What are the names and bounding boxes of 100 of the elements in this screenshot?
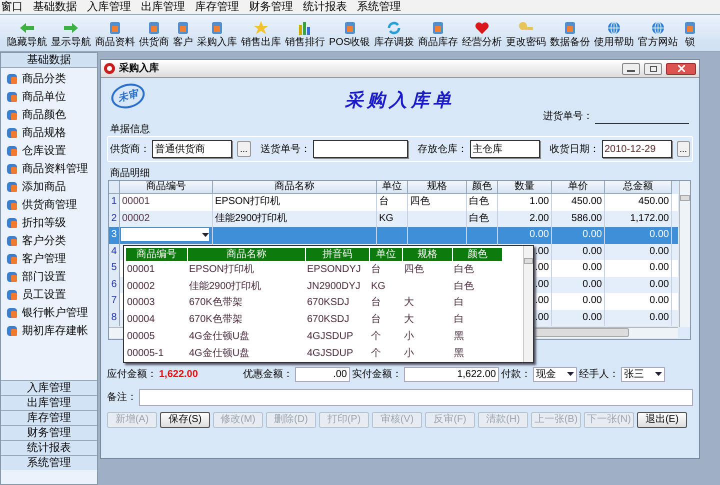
action-button[interactable]: 退出(E) [637,412,687,428]
table-cell: 台 [371,264,381,275]
sidebar-section[interactable]: 财务管理 [1,425,97,440]
table-cell: 4G金仕顿U盘 [189,348,250,359]
column-header[interactable]: 规格 [403,248,452,261]
toolbar-button[interactable]: 采购入库 [196,21,238,49]
toolbar-button[interactable]: 数据备份 [549,21,592,49]
sidebar-item[interactable]: 折扣等级 [7,215,97,231]
sidebar-item[interactable]: 商品颜色 [7,107,97,123]
sidebar-header[interactable]: 基础数据 [1,53,97,68]
input-field[interactable]: .00 [295,366,350,382]
table-cell: KG [371,280,386,292]
sidebar-item[interactable]: 商品资料管理 [7,161,97,177]
input-field[interactable]: 普通供货商 [152,140,232,158]
menu-item[interactable]: 入库管理 [87,2,131,12]
browse-button[interactable]: ... [676,141,690,157]
sidebar-section[interactable]: 系统管理 [1,455,97,470]
column-header[interactable]: 颜色 [453,248,502,261]
toolbar-button[interactable]: 经营分析 [461,21,504,49]
table-cell: 670KSDJ [307,297,350,308]
combo-box[interactable]: 张三 [621,366,665,382]
input-field[interactable]: 1,622.00 [404,366,499,382]
toolbar-button[interactable]: 显示导航 [50,21,92,49]
table-cell: 大 [404,297,414,308]
table-cell: 台 [371,297,381,308]
form-heading: 采购入库单 [345,88,455,112]
menu-item[interactable]: 库存管理 [195,2,239,12]
column-header[interactable]: 单价 [552,181,605,194]
table-cell: 670K色带架 [189,314,242,326]
table-cell: EPSON打印机 [189,264,254,275]
sidebar-item[interactable]: 银行帐户管理 [7,305,97,321]
column-header[interactable]: 数量 [498,181,552,194]
toolbar-button[interactable]: 供货商 [138,21,170,49]
menu-item[interactable]: 出库管理 [141,2,185,12]
grid-row[interactable]: 1 00001 EPSON打印机 台 四色 白色 1.00 450.00 450.00 [109,194,678,210]
sidebar-item[interactable]: 客户管理 [7,251,97,267]
toolbar-button[interactable]: 销售出库 [240,21,282,49]
toolbar-button[interactable]: 商品资料 [94,21,136,49]
sidebar-item[interactable]: 添加商品 [7,179,97,195]
action-button[interactable]: 保存(S) [160,412,210,428]
window-title: 采购入库 [119,61,159,76]
browse-button[interactable]: ... [237,141,250,157]
toolbar-button[interactable]: 使用帮助 [593,21,636,49]
column-header[interactable]: 商品编号 [120,181,213,194]
menu-item[interactable]: 统计报表 [303,2,347,12]
table-cell: 小 [404,331,414,342]
toolbar-button[interactable]: 隐藏导航 [6,21,48,49]
column-header[interactable]: 拼音码 [306,248,369,261]
sidebar-item[interactable]: 仓库设置 [7,143,97,159]
toolbar-button[interactable]: 客户 [172,21,194,49]
toolbar-button[interactable]: 商品库存 [417,21,460,49]
table-cell: 个 [371,348,381,359]
sidebar-item[interactable]: 商品分类 [7,71,97,87]
sidebar-section[interactable]: 入库管理 [1,380,97,395]
column-header[interactable]: 颜色 [467,181,498,194]
toolbar-button[interactable]: POS收银 [328,21,372,49]
table-cell: 670K色带架 [189,297,242,308]
dropdown-row[interactable]: 00005 4G金仕顿U盘 4GJSDUP 个 小 黑 [126,328,522,345]
toolbar-button[interactable]: 销售排行 [284,21,326,49]
dropdown-row[interactable]: 00005-1 4G金仕顿U盘 4GJSDUP 个 小 黑 [126,344,522,362]
column-header[interactable]: 单位 [370,248,402,261]
table-cell: 佳能2900打印机 [189,280,262,292]
sidebar-item[interactable]: 部门设置 [7,269,97,285]
column-header[interactable]: 商品编号 [126,248,187,261]
menu-item[interactable]: 系统管理 [357,2,401,12]
column-header[interactable]: 规格 [408,181,467,194]
grid-row[interactable]: 2 00002 佳能2900打印机 KG 白色 2.00 586.00 1,172.00 [109,210,678,227]
sidebar-item[interactable]: 商品单位 [7,89,97,105]
menu-item[interactable]: 窗口 [1,2,23,12]
sidebar-item[interactable]: 员工设置 [7,287,97,303]
table-cell: 4G金仕顿U盘 [189,331,250,342]
table-cell: 670KSDJ [307,314,350,326]
field-label: 付款： [501,368,531,382]
menu-item[interactable]: 财务管理 [249,2,293,12]
table-cell: 白 [454,314,464,326]
sidebar-item[interactable]: 供货商管理 [7,197,97,213]
toolbar-button[interactable]: 官方网站 [637,21,680,49]
table-cell: 台 [371,314,381,326]
toolbar-button[interactable]: 锁 [681,21,700,49]
column-header[interactable]: 商品名称 [213,181,377,194]
sidebar-item[interactable]: 商品规格 [7,125,97,141]
sidebar-section[interactable]: 出库管理 [1,395,97,410]
table-cell: 黑 [454,348,464,359]
field-label: 进货单号： [543,110,593,124]
column-header[interactable]: 单位 [377,181,408,194]
column-header[interactable]: 总金额 [605,181,672,194]
column-header[interactable]: 商品名称 [188,248,305,261]
sidebar-item[interactable]: 期初库存建帐 [7,323,97,339]
toolbar-button[interactable]: 库存调拨 [373,21,416,49]
field-label: 实付金额： [352,368,402,382]
sidebar-section[interactable]: 库存管理 [1,410,97,425]
menu-item[interactable]: 基础数据 [33,2,77,12]
sidebar-item[interactable]: 客户分类 [7,233,97,249]
combo-box[interactable]: 现金 [533,366,577,382]
sidebar-section[interactable]: 统计报表 [1,440,97,455]
input-field[interactable]: 主仓库 [470,140,540,158]
input-field[interactable]: 2010-12-29 [602,140,672,158]
toolbar-button[interactable]: 更改密码 [505,21,548,49]
field-label: 备注： [107,390,137,404]
table-cell: 00005 [127,331,155,342]
